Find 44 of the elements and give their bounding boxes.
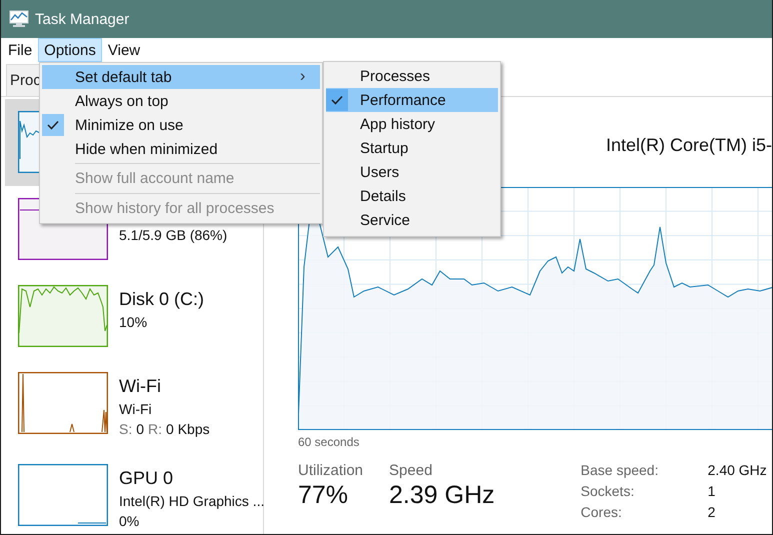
spec-value: 2 xyxy=(708,504,716,520)
resource-detail: 10% xyxy=(119,313,148,332)
menu-item[interactable]: Options xyxy=(38,38,102,62)
rate-value: 0 Kbps xyxy=(166,420,210,439)
spec-value: 1 xyxy=(708,483,716,499)
menu-option[interactable]: Hide when minimized xyxy=(42,137,320,161)
menu-option[interactable]: Users xyxy=(326,160,498,184)
chart-monitor-icon xyxy=(9,10,29,28)
menu-option[interactable]: Service xyxy=(326,208,498,232)
graph-caption: 60 seconds xyxy=(298,435,360,449)
menu-option[interactable]: Startup xyxy=(326,136,498,160)
menu-item[interactable]: View xyxy=(102,38,146,62)
sidebar-item[interactable]: GPU 0 Intel(R) HD Graphics ... 0% xyxy=(5,452,263,534)
stat-label: Speed xyxy=(389,462,434,479)
spec-label: Sockets: xyxy=(580,483,636,499)
rate-label: R: xyxy=(148,420,162,439)
sidebar-item[interactable]: Disk 0 (C:) 10% xyxy=(5,273,263,360)
menu-option[interactable]: Minimize on use xyxy=(42,113,320,137)
sidebar-item[interactable]: Wi-Fi Wi-Fi S: 0 R: 0 Kbps xyxy=(5,360,263,452)
resource-name: Disk 0 (C:) xyxy=(119,289,204,310)
spec-label: Base speed: xyxy=(580,462,660,478)
resource-detail: Intel(R) HD Graphics ... xyxy=(119,492,264,511)
rate-value: 0 xyxy=(136,420,144,439)
stat-value: 2.39 GHz xyxy=(389,481,495,510)
stat-label: Utilization xyxy=(298,462,364,479)
menu-option[interactable]: Always on top xyxy=(42,89,320,113)
resource-detail: 0% xyxy=(119,512,140,531)
resource-detail: Wi-Fi xyxy=(119,400,153,419)
menu-option[interactable]: App history xyxy=(326,112,498,136)
stat-value: 77% xyxy=(298,481,350,510)
submenu-arrow: › xyxy=(300,68,306,86)
window-title: Task Manager xyxy=(35,10,130,28)
spec-label: Cores: xyxy=(580,504,623,520)
processor-name: Intel(R) Core(TM) i5- xyxy=(606,135,772,157)
menu-option[interactable]: Details xyxy=(326,184,498,208)
menu-item[interactable]: File xyxy=(2,38,38,62)
rate-label: S: xyxy=(119,420,132,439)
resource-name: GPU 0 xyxy=(119,468,174,489)
menu-option[interactable]: Performance xyxy=(326,88,498,112)
resource-detail: 5.1/5.9 GB (86%) xyxy=(119,226,228,245)
spec-value: 2.40 GHz xyxy=(708,462,767,478)
menu-option[interactable]: Set default tab › xyxy=(42,65,320,89)
resource-name: Wi-Fi xyxy=(119,376,162,397)
menu-option[interactable]: Processes xyxy=(326,64,498,88)
